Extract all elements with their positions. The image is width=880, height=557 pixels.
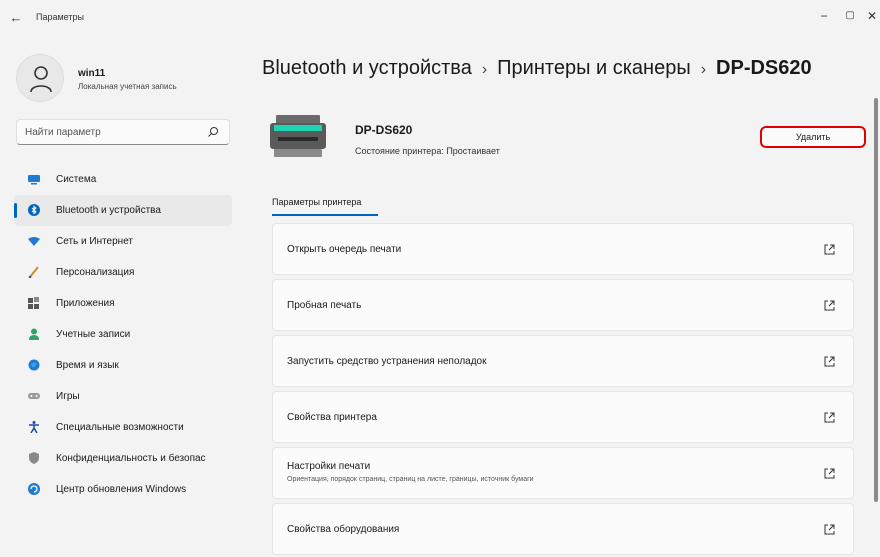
external-link-icon (824, 524, 835, 535)
sidebar-item-apps[interactable]: Приложения (14, 288, 232, 319)
sidebar-item-windows-update[interactable]: Центр обновления Windows (14, 474, 232, 505)
title-bar: ← Параметры − ▢ ✕ (0, 0, 880, 36)
sidebar-item-label: Конфиденциальность и безопас (56, 453, 206, 464)
sidebar-nav: Система Bluetooth и устройства Сеть и Ин… (14, 164, 232, 505)
sidebar-item-accessibility[interactable]: Специальные возможности (14, 412, 232, 443)
system-icon (28, 175, 40, 185)
sidebar-item-network[interactable]: Сеть и Интернет (14, 226, 232, 257)
troubleshooter-card[interactable]: Запустить средство устранения неполадок (272, 335, 854, 387)
shield-icon (29, 452, 39, 464)
sidebar-item-label: Bluetooth и устройства (56, 205, 161, 216)
card-title: Настройки печати (287, 461, 371, 472)
card-title: Свойства принтера (287, 412, 377, 423)
sidebar-item-bluetooth[interactable]: Bluetooth и устройства (14, 195, 232, 226)
sidebar-item-label: Центр обновления Windows (56, 484, 187, 495)
breadcrumb-separator: › (700, 61, 707, 78)
sidebar-item-label: Система (56, 174, 97, 185)
app-title: Параметры (36, 12, 84, 22)
open-print-queue-card[interactable]: Открыть очередь печати (272, 223, 854, 275)
breadcrumb: Bluetooth и устройства › Принтеры и сканер… (262, 57, 812, 80)
update-icon (28, 483, 40, 495)
external-link-icon (824, 300, 835, 311)
printer-name: DP-DS620 (355, 123, 413, 137)
sidebar-item-label: Учетные записи (56, 329, 131, 340)
card-subtitle: Ориентация, порядок страниц, страниц на … (287, 476, 534, 483)
card-title: Свойства оборудования (287, 524, 400, 535)
sidebar-item-label: Игры (56, 391, 80, 402)
card-title: Открыть очередь печати (287, 244, 402, 255)
external-link-icon (824, 244, 835, 255)
sidebar-item-label: Время и язык (56, 360, 119, 371)
wifi-icon (28, 237, 40, 246)
user-name: win11 (78, 68, 106, 79)
sidebar-item-label: Приложения (56, 298, 115, 309)
search-placeholder: Найти параметр (25, 127, 101, 138)
search-input[interactable]: Найти параметр (16, 119, 230, 145)
close-icon[interactable]: ✕ (858, 6, 880, 26)
printer-icon (270, 115, 326, 157)
tab-underline (272, 214, 378, 216)
breadcrumb-separator: › (481, 61, 488, 78)
card-title: Запустить средство устранения неполадок (287, 356, 487, 367)
minimize-icon[interactable]: − (810, 6, 838, 26)
external-link-icon (824, 468, 835, 479)
account-icon (29, 328, 39, 340)
sidebar-item-personalization[interactable]: Персонализация (14, 257, 232, 288)
accessibility-icon (29, 421, 39, 433)
sidebar-item-time-language[interactable]: Время и язык (14, 350, 232, 381)
printer-status: Состояние принтера: Простаивает (355, 146, 500, 156)
breadcrumb-item[interactable]: Bluetooth и устройства (262, 57, 472, 79)
sidebar-item-accounts[interactable]: Учетные записи (14, 319, 232, 350)
settings-list: Открыть очередь печати Пробная печать За… (272, 223, 854, 557)
gaming-icon (28, 393, 40, 399)
user-profile[interactable]: win11 Локальная учетная запись (16, 54, 226, 104)
sidebar-item-system[interactable]: Система (14, 164, 232, 195)
breadcrumb-item[interactable]: Принтеры и сканеры (497, 57, 691, 79)
bluetooth-icon (28, 204, 40, 216)
user-icon (30, 66, 52, 93)
back-arrow-icon[interactable]: ← (8, 10, 24, 26)
sidebar-item-label: Сеть и Интернет (56, 236, 134, 247)
tab-printer-settings[interactable]: Параметры принтера (272, 197, 361, 207)
sidebar-item-gaming[interactable]: Игры (14, 381, 232, 412)
remove-printer-button[interactable]: Удалить (760, 126, 866, 148)
avatar (16, 54, 64, 102)
printer-properties-card[interactable]: Свойства принтера (272, 391, 854, 443)
external-link-icon (824, 412, 835, 423)
card-title: Пробная печать (287, 300, 362, 311)
apps-icon (28, 297, 39, 309)
page-title: DP-DS620 (716, 57, 812, 79)
scrollbar[interactable] (874, 98, 878, 502)
time-language-icon (28, 359, 40, 371)
settings-window: ← Параметры − ▢ ✕ win11 Локальная учетна… (0, 0, 880, 557)
search-icon (208, 127, 218, 137)
user-account-type: Локальная учетная запись (78, 82, 177, 91)
sidebar-item-label: Специальные возможности (56, 422, 184, 433)
sidebar-item-privacy[interactable]: Конфиденциальность и безопас (14, 443, 232, 474)
test-print-card[interactable]: Пробная печать (272, 279, 854, 331)
hardware-properties-card[interactable]: Свойства оборудования (272, 503, 854, 555)
external-link-icon (824, 356, 835, 367)
sidebar-item-label: Персонализация (56, 267, 135, 278)
brush-icon (28, 266, 39, 278)
printing-preferences-card[interactable]: Настройки печати Ориентация, порядок стр… (272, 447, 854, 499)
